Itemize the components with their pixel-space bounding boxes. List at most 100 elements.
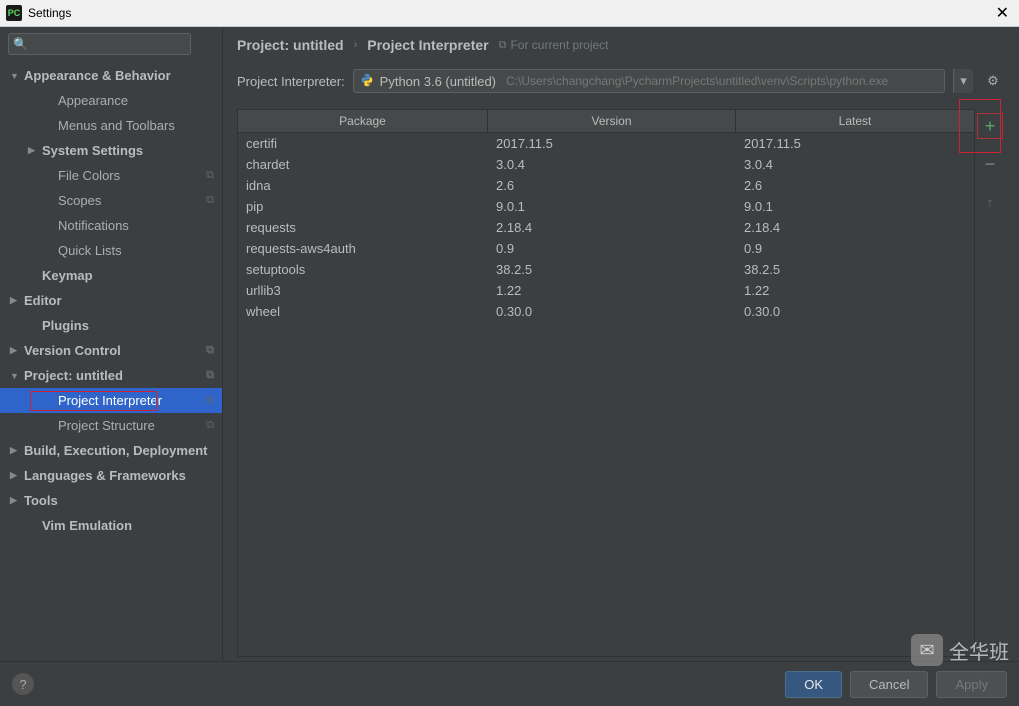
project-scope-icon: ⧉ <box>206 194 214 207</box>
tree-arrow-icon: ▶ <box>28 145 42 156</box>
tree-label: Vim Emulation <box>42 518 216 533</box>
tree-label: Project Interpreter <box>58 393 206 408</box>
interpreter-path: C:\Users\changchang\PycharmProjects\unti… <box>506 74 888 88</box>
cell-latest: 0.9 <box>736 239 974 258</box>
tree-arrow-icon: ▼ <box>10 371 24 381</box>
search-input[interactable] <box>8 33 191 55</box>
cell-package: idna <box>238 176 488 195</box>
table-row[interactable]: requests-aws4auth0.90.9 <box>238 238 974 259</box>
tree-label: Project: untitled <box>24 368 206 383</box>
tree-label: Tools <box>24 493 216 508</box>
interpreter-name: Python 3.6 (untitled) <box>380 74 496 89</box>
table-row[interactable]: certifi2017.11.52017.11.5 <box>238 133 974 154</box>
gear-icon[interactable]: ⚙ <box>981 69 1005 93</box>
sidebar-item-project-structure[interactable]: Project Structure⧉ <box>0 413 222 438</box>
project-scope-icon: ⧉ <box>206 344 214 357</box>
cell-version: 3.0.4 <box>488 155 736 174</box>
sidebar-item-file-colors[interactable]: File Colors⧉ <box>0 163 222 188</box>
sidebar-item-project-interpreter[interactable]: Project Interpreter⧉ <box>0 388 222 413</box>
cell-version: 9.0.1 <box>488 197 736 216</box>
tree-label: Editor <box>24 293 216 308</box>
sidebar-item-notifications[interactable]: Notifications <box>0 213 222 238</box>
cell-latest: 0.30.0 <box>736 302 974 321</box>
col-latest[interactable]: Latest <box>736 110 974 132</box>
table-row[interactable]: requests2.18.42.18.4 <box>238 217 974 238</box>
interpreter-label: Project Interpreter: <box>237 74 345 89</box>
sidebar-item-editor[interactable]: ▶Editor <box>0 288 222 313</box>
table-row[interactable]: chardet3.0.43.0.4 <box>238 154 974 175</box>
tree-arrow-icon: ▼ <box>10 71 24 81</box>
cell-version: 2.18.4 <box>488 218 736 237</box>
cell-latest: 1.22 <box>736 281 974 300</box>
cell-latest: 3.0.4 <box>736 155 974 174</box>
watermark: ✉ 全华班 <box>911 634 1009 666</box>
cell-latest: 9.0.1 <box>736 197 974 216</box>
cell-package: requests <box>238 218 488 237</box>
table-row[interactable]: idna2.62.6 <box>238 175 974 196</box>
project-scope-icon: ⧉ <box>206 369 214 382</box>
col-version[interactable]: Version <box>488 110 736 132</box>
sidebar-item-keymap[interactable]: Keymap <box>0 263 222 288</box>
tree-label: Menus and Toolbars <box>58 118 216 133</box>
sidebar-item-project-untitled[interactable]: ▼Project: untitled⧉ <box>0 363 222 388</box>
col-package[interactable]: Package <box>238 110 488 132</box>
wechat-icon: ✉ <box>911 634 943 666</box>
sidebar-item-build-execution-deployment[interactable]: ▶Build, Execution, Deployment <box>0 438 222 463</box>
interpreter-select[interactable]: Python 3.6 (untitled) C:\Users\changchan… <box>353 69 945 93</box>
sidebar-item-appearance-behavior[interactable]: ▼Appearance & Behavior <box>0 63 222 88</box>
copy-icon: ⧉ <box>499 39 507 52</box>
tree-label: Notifications <box>58 218 216 233</box>
apply-button[interactable]: Apply <box>936 671 1007 698</box>
cell-package: urllib3 <box>238 281 488 300</box>
tree-label: Scopes <box>58 193 206 208</box>
cell-version: 1.22 <box>488 281 736 300</box>
cell-version: 0.9 <box>488 239 736 258</box>
project-scope-icon: ⧉ <box>206 169 214 182</box>
breadcrumb: Project: untitled › Project Interpreter … <box>223 27 1019 61</box>
tree-label: Project Structure <box>58 418 206 433</box>
cell-package: chardet <box>238 155 488 174</box>
close-icon[interactable]: ✕ <box>992 3 1013 23</box>
chevron-right-icon: › <box>354 39 358 51</box>
project-scope-icon: ⧉ <box>206 394 214 407</box>
table-row[interactable]: setuptools38.2.538.2.5 <box>238 259 974 280</box>
cell-version: 38.2.5 <box>488 260 736 279</box>
main-panel: Project: untitled › Project Interpreter … <box>223 27 1019 661</box>
table-row[interactable]: pip9.0.19.0.1 <box>238 196 974 217</box>
breadcrumb-project: Project: untitled <box>237 37 344 53</box>
sidebar-item-tools[interactable]: ▶Tools <box>0 488 222 513</box>
breadcrumb-hint: ⧉ For current project <box>499 38 609 52</box>
cell-package: requests-aws4auth <box>238 239 488 258</box>
sidebar-item-plugins[interactable]: Plugins <box>0 313 222 338</box>
tree-label: Version Control <box>24 343 206 358</box>
sidebar-item-scopes[interactable]: Scopes⧉ <box>0 188 222 213</box>
sidebar-item-system-settings[interactable]: ▶System Settings <box>0 138 222 163</box>
package-actions: + − ↑ <box>975 109 1005 657</box>
tree-label: System Settings <box>42 143 216 158</box>
sidebar-item-vim-emulation[interactable]: Vim Emulation <box>0 513 222 538</box>
settings-tree: ▼Appearance & BehaviorAppearanceMenus an… <box>0 61 222 661</box>
sidebar: 🔍 ▼Appearance & BehaviorAppearanceMenus … <box>0 27 223 661</box>
ok-button[interactable]: OK <box>785 671 842 698</box>
tree-label: Appearance & Behavior <box>24 68 216 83</box>
titlebar: PC Settings ✕ <box>0 0 1019 27</box>
table-row[interactable]: urllib31.221.22 <box>238 280 974 301</box>
search-icon: 🔍 <box>13 37 28 51</box>
sidebar-item-version-control[interactable]: ▶Version Control⧉ <box>0 338 222 363</box>
upgrade-package-button[interactable]: ↑ <box>977 189 1003 215</box>
table-row[interactable]: wheel0.30.00.30.0 <box>238 301 974 322</box>
window-title: Settings <box>28 6 71 20</box>
cancel-button[interactable]: Cancel <box>850 671 928 698</box>
sidebar-item-languages-frameworks[interactable]: ▶Languages & Frameworks <box>0 463 222 488</box>
sidebar-item-menus-and-toolbars[interactable]: Menus and Toolbars <box>0 113 222 138</box>
add-package-button[interactable]: + <box>977 113 1003 139</box>
sidebar-item-appearance[interactable]: Appearance <box>0 88 222 113</box>
packages-table: Package Version Latest certifi2017.11.52… <box>237 109 975 657</box>
app-icon: PC <box>6 5 22 21</box>
tree-label: File Colors <box>58 168 206 183</box>
help-button[interactable]: ? <box>12 673 34 695</box>
sidebar-item-quick-lists[interactable]: Quick Lists <box>0 238 222 263</box>
python-icon <box>360 73 374 90</box>
remove-package-button[interactable]: − <box>977 151 1003 177</box>
interpreter-dropdown[interactable]: ▾ <box>953 69 973 93</box>
